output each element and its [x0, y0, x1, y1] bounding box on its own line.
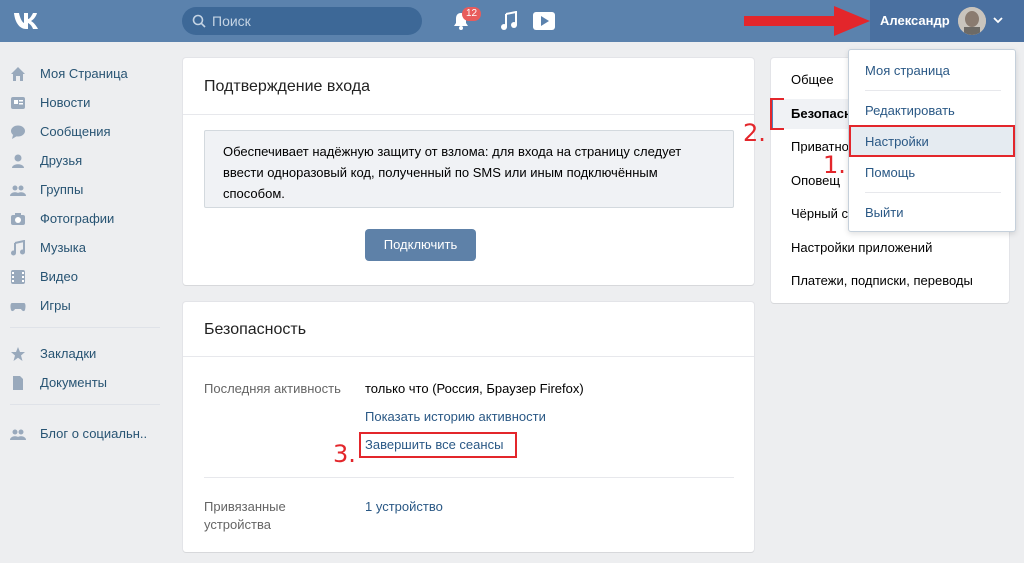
- vk-logo-icon[interactable]: [12, 9, 46, 33]
- sidebar-item-groups[interactable]: Группы: [10, 180, 170, 200]
- avatar-photo-icon: [958, 7, 986, 35]
- music-note-icon[interactable]: [500, 11, 518, 31]
- document-icon: [13, 376, 23, 390]
- sidebar-item-label: Музыка: [40, 240, 86, 255]
- settings-menu-app-settings[interactable]: Настройки приложений: [771, 233, 1009, 263]
- annotation-box-settings: [849, 125, 1015, 157]
- music-icon: [11, 240, 25, 256]
- sidebar-item-label: Моя Страница: [40, 66, 128, 81]
- dropdown-divider: [865, 192, 1001, 193]
- dropdown-item-label: Моя страница: [865, 63, 950, 78]
- video-play-icon[interactable]: [532, 10, 556, 32]
- gamepad-icon: [10, 303, 26, 312]
- sidebar-item-video[interactable]: Видео: [10, 267, 170, 287]
- sidebar-item-label: Друзья: [40, 153, 83, 168]
- settings-menu-label: Общее: [791, 72, 834, 87]
- two-factor-notice: Обеспечивает надёжную защиту от взлома: …: [204, 130, 734, 208]
- linked-devices-label: Привязанные устройства: [204, 499, 286, 532]
- dropdown-item-label: Редактировать: [865, 103, 955, 118]
- sidebar-item-photos[interactable]: Фотографии: [10, 209, 170, 229]
- avatar[interactable]: [958, 7, 986, 35]
- news-icon: [11, 97, 25, 109]
- two-factor-notice-text: Обеспечивает надёжную защиту от взлома: …: [223, 144, 682, 201]
- sidebar-item-messages[interactable]: Сообщения: [10, 122, 170, 142]
- card-divider: [183, 114, 754, 115]
- dropdown-item-help[interactable]: Помощь: [849, 158, 1015, 188]
- sidebar-item-label: Группы: [40, 182, 84, 197]
- sidebar-item-news[interactable]: Новости: [10, 93, 170, 113]
- annotation-box-security: [770, 98, 784, 130]
- dropdown-item-my-page[interactable]: Моя страница: [849, 56, 1015, 86]
- settings-menu-label: Настройки приложений: [791, 240, 933, 255]
- sidebar-item-my-page[interactable]: Моя Страница: [10, 64, 170, 84]
- card-divider: [183, 356, 754, 357]
- home-icon: [11, 67, 25, 81]
- login-confirmation-title: Подтверждение входа: [204, 78, 370, 95]
- annotation-step-3: 3.: [333, 440, 356, 468]
- settings-menu-label: Платежи, подписки, переводы: [791, 273, 973, 288]
- sidebar-item-label: Закладки: [40, 346, 97, 361]
- search-icon: [192, 14, 206, 28]
- sidebar-item-label: Новости: [40, 95, 91, 110]
- sidebar-item-label: Документы: [40, 375, 108, 390]
- chevron-down-icon[interactable]: [993, 16, 1003, 24]
- user-name[interactable]: Александр: [880, 13, 950, 28]
- show-activity-history-link[interactable]: Показать историю активности: [365, 409, 546, 424]
- sidebar-item-blog[interactable]: Блог о социальн..: [10, 424, 170, 444]
- sidebar-item-games[interactable]: Игры: [10, 296, 170, 316]
- card-divider: [204, 477, 734, 478]
- sidebar-divider: [10, 327, 160, 328]
- sidebar-divider: [10, 404, 160, 405]
- annotation-step-2: 2.: [743, 119, 766, 147]
- people-icon: [10, 429, 26, 440]
- search-field[interactable]: Поиск: [182, 7, 422, 35]
- sidebar-item-friends[interactable]: Друзья: [10, 151, 170, 171]
- annotation-step-1: 1.: [823, 151, 846, 179]
- annotation-arrow: [744, 6, 870, 36]
- sidebar-item-label: Игры: [40, 298, 71, 313]
- security-title: Безопасность: [204, 321, 307, 338]
- star-icon: [11, 347, 25, 361]
- notifications-badge: 12: [462, 7, 482, 21]
- sidebar-item-bookmarks[interactable]: Закладки: [10, 344, 170, 364]
- settings-menu-label: Чёрный с: [791, 206, 849, 221]
- last-activity-value: только что (Россия, Браузер Firefox): [365, 381, 584, 396]
- sidebar-item-label: Блог о социальн..: [40, 426, 148, 441]
- sidebar-item-label: Фотографии: [40, 211, 115, 226]
- top-header: Поиск 12 Александр: [0, 0, 1024, 42]
- camera-icon: [11, 213, 25, 225]
- dropdown-item-logout[interactable]: Выйти: [849, 198, 1015, 228]
- linked-devices-value[interactable]: 1 устройство: [365, 499, 443, 514]
- sidebar-item-music[interactable]: Музыка: [10, 238, 170, 258]
- annotation-box-end-sessions: [359, 432, 517, 458]
- video-icon: [11, 270, 25, 284]
- last-activity-label: Последняя активность: [204, 381, 341, 396]
- connect-button[interactable]: Подключить: [365, 229, 476, 261]
- sidebar-item-label: Видео: [40, 269, 78, 284]
- sidebar-item-label: Сообщения: [40, 124, 111, 139]
- settings-menu-payments[interactable]: Платежи, подписки, переводы: [771, 266, 1009, 296]
- messages-icon: [11, 125, 25, 139]
- friends-icon: [12, 154, 24, 168]
- dropdown-item-edit[interactable]: Редактировать: [849, 96, 1015, 126]
- dropdown-item-label: Помощь: [865, 165, 916, 180]
- dropdown-item-label: Выйти: [865, 205, 904, 220]
- search-placeholder: Поиск: [212, 13, 251, 29]
- dropdown-divider: [865, 90, 1001, 91]
- groups-icon: [10, 185, 26, 196]
- sidebar-item-documents[interactable]: Документы: [10, 373, 170, 393]
